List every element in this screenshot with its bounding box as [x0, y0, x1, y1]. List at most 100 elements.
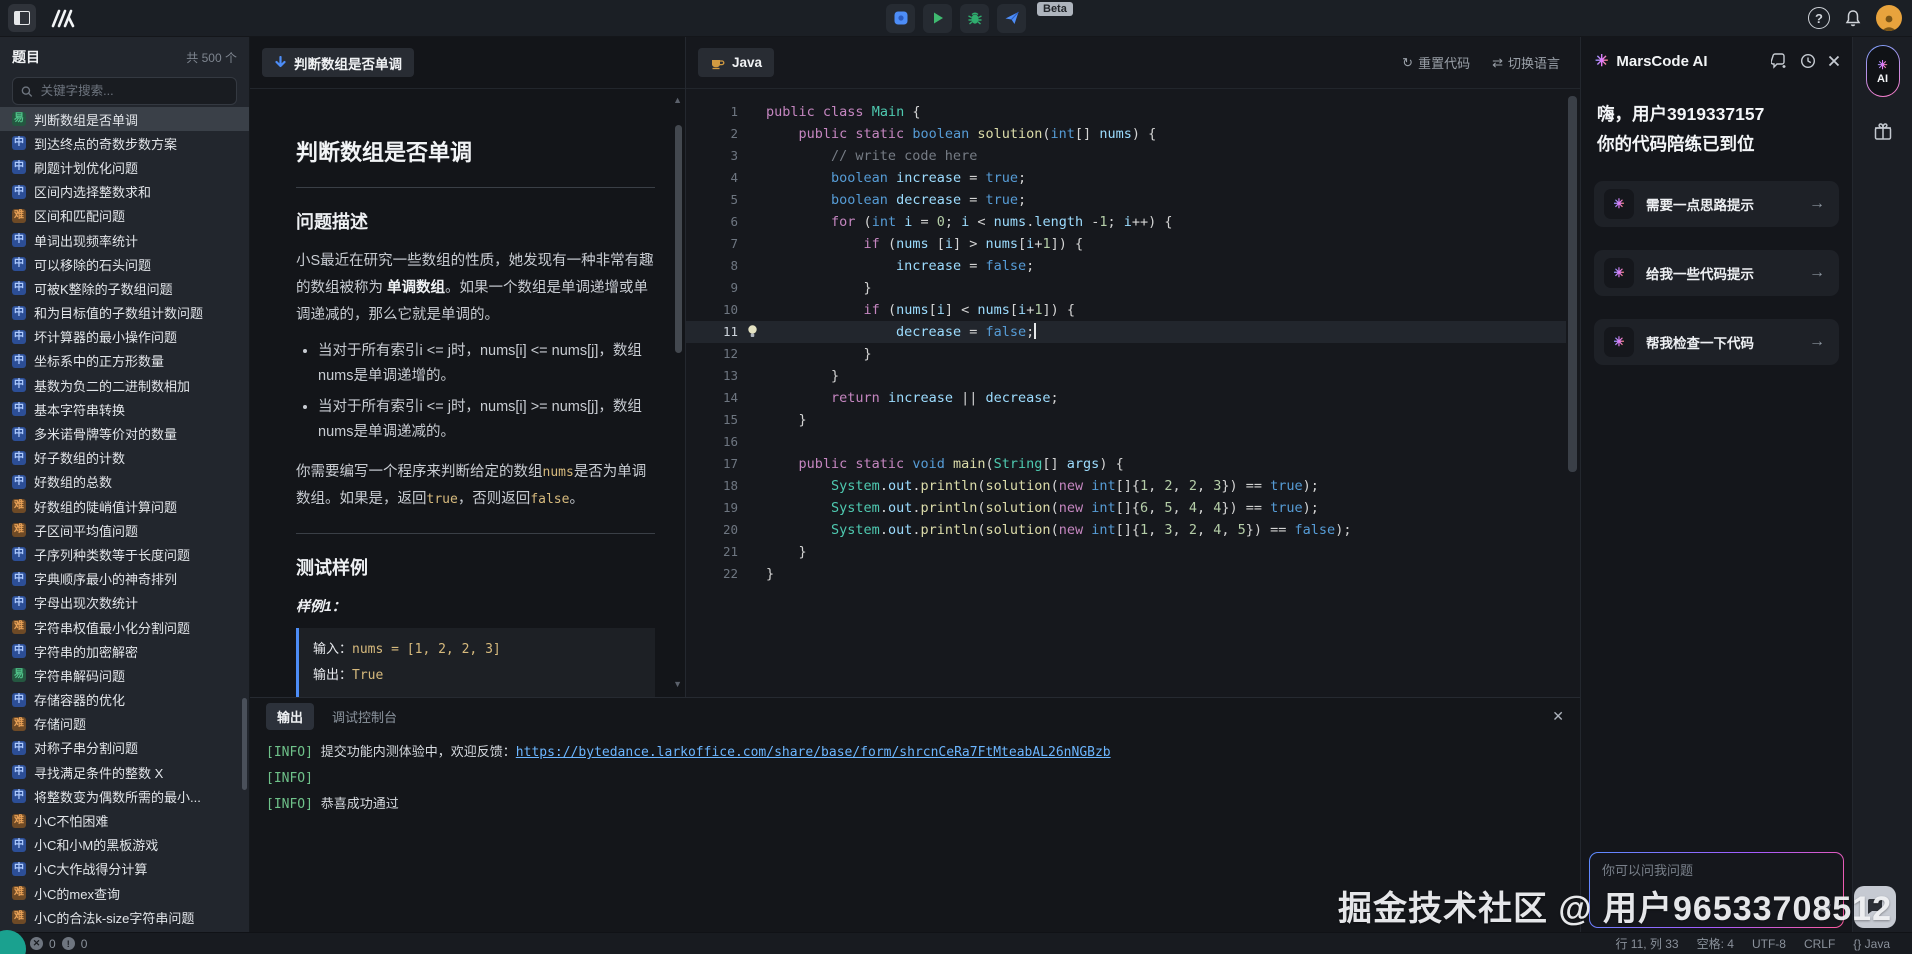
code-line[interactable]: 16: [686, 431, 1566, 453]
problem-list-item[interactable]: 中单词出现频率统计: [0, 228, 249, 252]
code-line[interactable]: 22}: [686, 563, 1566, 585]
problem-list-item[interactable]: 难存储问题: [0, 712, 249, 736]
search-box[interactable]: [12, 77, 237, 105]
code-line[interactable]: 6 for (int i = 0; i < nums.length -1; i+…: [686, 211, 1566, 233]
problems-status[interactable]: ✕ 0 ! 0: [30, 937, 87, 951]
ai-rail-button[interactable]: ✳ AI: [1866, 45, 1900, 97]
problem-list-item[interactable]: 中基数为负二的二进制数相加: [0, 373, 249, 397]
run-button[interactable]: [923, 4, 952, 33]
history-icon[interactable]: [1800, 53, 1816, 69]
code-area[interactable]: 1public class Main {2 public static bool…: [686, 89, 1566, 697]
tab-debug-console[interactable]: 调试控制台: [332, 707, 397, 726]
help-icon[interactable]: ?: [1808, 7, 1830, 29]
description-scrollbar[interactable]: [675, 125, 682, 353]
problem-list-item[interactable]: 中将整数变为偶数所需的最小...: [0, 784, 249, 808]
user-avatar[interactable]: [1876, 5, 1902, 31]
problem-list-item[interactable]: 难区间和匹配问题: [0, 204, 249, 228]
code-line[interactable]: 18 System.out.println(solution(new int[]…: [686, 475, 1566, 497]
problem-list-item[interactable]: 中对称子串分割问题: [0, 736, 249, 760]
chat-input[interactable]: [1600, 862, 1837, 879]
code-line[interactable]: 12 }: [686, 343, 1566, 365]
problem-list-item[interactable]: 中坏计算器的最小操作问题: [0, 325, 249, 349]
problem-list-item[interactable]: 难小C不怕困难: [0, 808, 249, 832]
editor-action-reset[interactable]: ↻重置代码: [1402, 53, 1470, 72]
code-line[interactable]: 7 if (nums [i] > nums[i+1]) {: [686, 233, 1566, 255]
console-close-icon[interactable]: ✕: [1552, 708, 1564, 725]
code-line[interactable]: 20 System.out.println(solution(new int[]…: [686, 519, 1566, 541]
run-box-button[interactable]: [886, 4, 915, 33]
editor-scrollbar[interactable]: [1568, 96, 1577, 472]
ai-suggestion-card-3[interactable]: ✳帮我检查一下代码→: [1594, 319, 1839, 365]
code-line[interactable]: 9 }: [686, 277, 1566, 299]
problem-list-item[interactable]: 难小C的mex查询: [0, 881, 249, 905]
bell-icon[interactable]: [1844, 9, 1862, 28]
problem-list-item[interactable]: 中和为目标值的子数组计数问题: [0, 301, 249, 325]
sidebar-scrollbar[interactable]: [242, 698, 247, 790]
status-item-4[interactable]: CRLF: [1804, 937, 1835, 951]
code-line[interactable]: 14 return increase || decrease;: [686, 387, 1566, 409]
problem-list-item[interactable]: 中字母出现次数统计: [0, 591, 249, 615]
code-line[interactable]: 21 }: [686, 541, 1566, 563]
problem-list-item[interactable]: 中基本字符串转换: [0, 397, 249, 421]
ai-suggestion-card-1[interactable]: ✳需要一点思路提示→: [1594, 181, 1839, 227]
problem-list-item[interactable]: 中刷题计划优化问题: [0, 155, 249, 179]
code-line[interactable]: 17 public static void main(String[] args…: [686, 453, 1566, 475]
problem-list-item[interactable]: 易判断数组是否单调: [0, 107, 249, 131]
close-icon[interactable]: [1828, 55, 1840, 67]
problem-list-item[interactable]: 中小C和小M的黑板游戏: [0, 833, 249, 857]
code-line[interactable]: 15 }: [686, 409, 1566, 431]
scroll-up-arrow[interactable]: ▲: [673, 95, 682, 105]
code-line[interactable]: 2 public static boolean solution(int[] n…: [686, 123, 1566, 145]
problem-list-item[interactable]: 中字符串的加密解密: [0, 639, 249, 663]
line-number: 21: [686, 541, 738, 563]
text-segment[interactable]: https://bytedance.larkoffice.com/share/b…: [516, 745, 1111, 760]
difficulty-badge: 中: [12, 451, 26, 465]
code-line[interactable]: 19 System.out.println(solution(new int[]…: [686, 497, 1566, 519]
lightbulb-icon[interactable]: [746, 324, 759, 339]
problem-list-item[interactable]: 中好子数组的计数: [0, 446, 249, 470]
code-line[interactable]: 10 if (nums[i] < nums[i+1]) {: [686, 299, 1566, 321]
problem-list-item[interactable]: 中可被K整除的子数组问题: [0, 276, 249, 300]
code-line[interactable]: 8 increase = false;: [686, 255, 1566, 277]
status-item-3[interactable]: UTF-8: [1752, 937, 1786, 951]
problem-list-item[interactable]: 难好数组的陡峭值计算问题: [0, 494, 249, 518]
code-line[interactable]: 3 // write code here: [686, 145, 1566, 167]
problem-list-item[interactable]: 中子序列种类数等于长度问题: [0, 542, 249, 566]
problem-title-text: 字母出现次数统计: [34, 593, 138, 612]
code-line[interactable]: 13 }: [686, 365, 1566, 387]
problem-list-item[interactable]: 中存储容器的优化: [0, 688, 249, 712]
marscode-logo-icon[interactable]: [50, 8, 76, 28]
editor-action-switch-language[interactable]: ⇄切换语言: [1492, 53, 1560, 72]
debug-button[interactable]: [960, 4, 989, 33]
gift-icon[interactable]: [1873, 121, 1893, 141]
problem-list-item[interactable]: 中坐标系中的正方形数量: [0, 349, 249, 373]
problem-list-item[interactable]: 中多米诺骨牌等价对的数量: [0, 421, 249, 445]
problem-list-item[interactable]: 中寻找满足条件的整数 X: [0, 760, 249, 784]
problem-list-item[interactable]: 难字符串权值最小化分割问题: [0, 615, 249, 639]
search-input[interactable]: [39, 83, 228, 99]
problem-tab[interactable]: 判断数组是否单调: [262, 48, 414, 77]
scroll-down-arrow[interactable]: ▼: [673, 679, 682, 689]
problem-list-item[interactable]: 易字符串解码问题: [0, 663, 249, 687]
problem-list-item[interactable]: 中区间内选择整数求和: [0, 180, 249, 204]
tab-output[interactable]: 输出: [266, 703, 314, 730]
problem-list-item[interactable]: 中字典顺序最小的神奇排列: [0, 567, 249, 591]
code-line[interactable]: 11 decrease = false;: [686, 321, 1566, 343]
status-item-2[interactable]: 空格: 4: [1697, 935, 1734, 952]
submit-button[interactable]: [997, 4, 1026, 33]
problem-list-item[interactable]: 中小C大作战得分计算: [0, 857, 249, 881]
ai-suggestion-card-2[interactable]: ✳给我一些代码提示→: [1594, 250, 1839, 296]
new-chat-icon[interactable]: [1771, 53, 1788, 69]
code-line[interactable]: 4 boolean increase = true;: [686, 167, 1566, 189]
problem-list-item[interactable]: 中可以移除的石头问题: [0, 252, 249, 276]
status-item-1[interactable]: 行 11, 列 33: [1615, 935, 1678, 952]
problem-list-item[interactable]: 难子区间平均值问题: [0, 518, 249, 542]
language-tab[interactable]: Java: [698, 48, 774, 77]
code-line[interactable]: 1public class Main {: [686, 101, 1566, 123]
code-line[interactable]: 5 boolean decrease = true;: [686, 189, 1566, 211]
problem-list-item[interactable]: 中到达终点的奇数步数方案: [0, 131, 249, 155]
status-item-5[interactable]: {} Java: [1853, 937, 1890, 951]
problem-list-item[interactable]: 难小C的合法k-size字符串问题: [0, 905, 249, 929]
problem-list-item[interactable]: 中好数组的总数: [0, 470, 249, 494]
sidebar-toggle-button[interactable]: [8, 4, 36, 32]
